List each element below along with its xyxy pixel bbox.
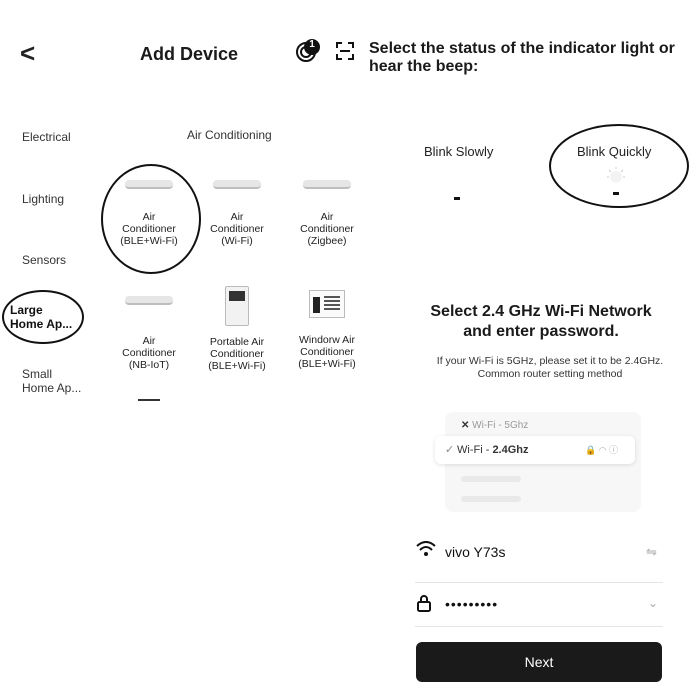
- device-portable-ac[interactable]: Portable Air Conditioner (BLE+Wi-Fi): [192, 286, 282, 372]
- device-label: Air Conditioner (Wi-Fi): [210, 211, 264, 247]
- device-label: Windorw Air Conditioner (BLE+Wi-Fi): [298, 334, 356, 370]
- air-conditioner-icon: [125, 180, 173, 189]
- device-label: Air Conditioner (NB-IoT): [122, 335, 176, 371]
- page-title: Add Device: [140, 44, 239, 64]
- portable-ac-icon: [225, 286, 249, 326]
- scan-icon[interactable]: [336, 42, 354, 60]
- back-button[interactable]: <: [20, 38, 35, 69]
- notification-button[interactable]: 1: [295, 38, 321, 64]
- section-title: Air Conditioning: [187, 128, 272, 142]
- blink-slowly-label: Blink Slowly: [424, 144, 494, 159]
- notification-count: 1: [309, 39, 315, 50]
- switch-network-icon[interactable]: ⇋: [646, 544, 657, 560]
- divider: [415, 626, 663, 627]
- device-ac-zigbee[interactable]: Air Conditioner (Zigbee): [282, 180, 372, 247]
- air-conditioner-icon: [213, 180, 261, 189]
- category-electrical[interactable]: Electrical: [22, 130, 71, 144]
- air-conditioner-icon: [125, 296, 173, 305]
- blink-quickly-label: Blink Quickly: [577, 144, 652, 159]
- device-label: Portable Air Conditioner (BLE+Wi-Fi): [208, 336, 266, 372]
- device-ac-nbiot[interactable]: Air Conditioner (NB-IoT): [104, 296, 194, 371]
- close-icon: ✕: [461, 420, 470, 431]
- wifi-24ghz-example: ✓ Wi-Fi - 2.4Ghz 🔒 ◠ ⓘ: [435, 436, 635, 464]
- indicator-help-text: Select the status of the indicator light…: [369, 40, 675, 75]
- lock-wifi-info-icon: 🔒 ◠ ⓘ: [585, 445, 619, 455]
- device-label: Air Conditioner (Zigbee): [300, 211, 354, 247]
- indicator-led: [454, 197, 460, 200]
- wifi-ssid-field[interactable]: vivo Y73s: [445, 544, 505, 560]
- chevron-down-icon[interactable]: ⌄: [648, 596, 658, 610]
- blink-quickly-option[interactable]: Blink Quickly: [549, 124, 689, 208]
- wifi-5ghz-example: ✕ Wi-Fi - 5Ghz: [461, 420, 529, 431]
- wifi-note: If your Wi-Fi is 5GHz, please set it to …: [436, 355, 664, 380]
- password-field[interactable]: •••••••••: [445, 596, 498, 612]
- device-label: Air Conditioner (BLE+Wi-Fi): [120, 211, 178, 247]
- category-sensors[interactable]: Sensors: [22, 253, 66, 267]
- divider: [415, 582, 663, 583]
- window-ac-icon: [309, 290, 345, 318]
- wifi-example-card: ✕ Wi-Fi - 5Ghz ✓ Wi-Fi - 2.4Ghz 🔒 ◠ ⓘ: [435, 412, 641, 512]
- air-conditioner-icon: [303, 180, 351, 189]
- device-ac-ble-wifi[interactable]: Air Conditioner (BLE+Wi-Fi): [104, 180, 194, 247]
- blink-slowly-option[interactable]: Blink Slowly: [420, 140, 530, 210]
- device-window-ac[interactable]: Windorw Air Conditioner (BLE+Wi-Fi): [282, 290, 372, 370]
- next-button[interactable]: Next: [416, 642, 662, 682]
- blinking-light-icon: [607, 167, 625, 195]
- check-icon: ✓: [445, 444, 455, 456]
- category-small-home-appliances[interactable]: Small Home Ap...: [22, 367, 81, 395]
- category-lighting[interactable]: Lighting: [22, 192, 64, 206]
- wifi-icon: [416, 541, 436, 556]
- lock-icon: [417, 595, 431, 612]
- more-devices-indicator: [138, 399, 160, 401]
- device-ac-wifi[interactable]: Air Conditioner (Wi-Fi): [192, 180, 282, 247]
- wifi-heading: Select 2.4 GHz Wi-Fi Network and enter p…: [430, 303, 652, 340]
- category-large-home-appliances[interactable]: Large Home Ap...: [10, 303, 72, 331]
